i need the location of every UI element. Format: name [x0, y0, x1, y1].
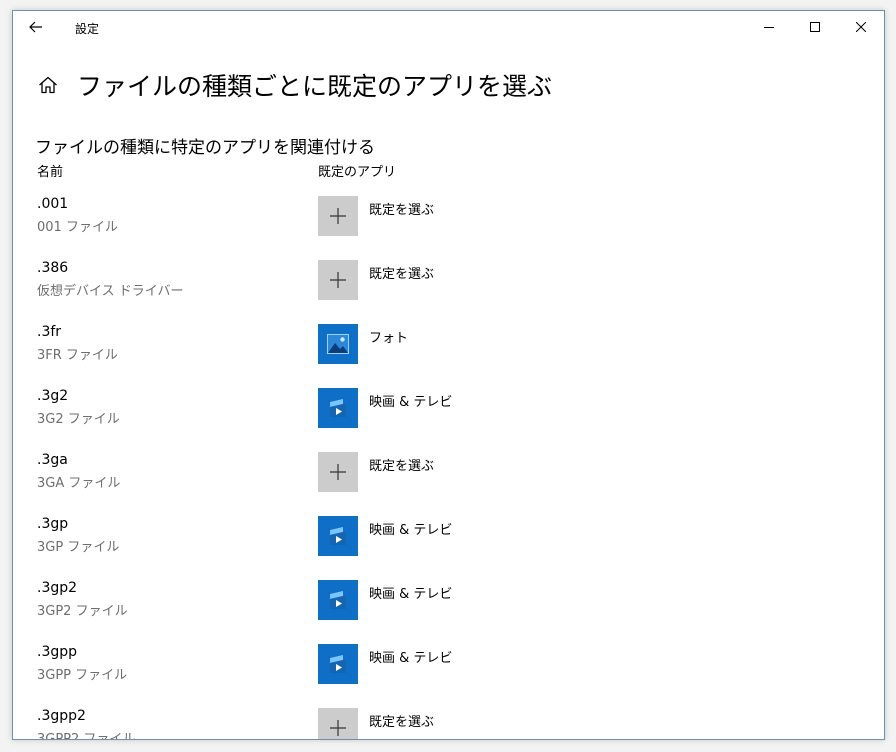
minimize-icon	[764, 27, 774, 28]
movies-tv-app-icon	[318, 580, 358, 620]
default-app-button[interactable]: フォト	[318, 324, 408, 364]
file-extension: .3gpp	[37, 644, 78, 660]
file-type-row: .3ga 3GA ファイル 既定を選ぶ	[13, 451, 884, 515]
default-app-button[interactable]: 映画 & テレビ	[318, 516, 452, 556]
window-title: 設定	[75, 22, 100, 36]
default-app-button[interactable]: 既定を選ぶ	[318, 708, 435, 739]
file-type-row: .3gpp2 3GPP2 ファイル 既定を選ぶ	[13, 707, 884, 740]
maximize-button[interactable]	[792, 11, 838, 43]
file-type-description: 3GP ファイル	[37, 540, 120, 555]
file-type-description: 3GPP ファイル	[37, 668, 128, 683]
file-type-row: .001 001 ファイル 既定を選ぶ	[13, 195, 884, 259]
default-app-label: フォト	[369, 331, 409, 346]
file-type-row: .3gp 3GP ファイル 映画 & テレビ	[13, 515, 884, 579]
page-header: ファイルの種類ごとに既定のアプリを選ぶ	[37, 65, 552, 105]
file-type-row: .386 仮想デバイス ドライバー 既定を選ぶ	[13, 259, 884, 323]
file-type-row: .3gpp 3GPP ファイル 映画 & テレビ	[13, 643, 884, 707]
default-app-label: 映画 & テレビ	[369, 395, 453, 410]
movies-tv-app-icon	[318, 388, 358, 428]
file-type-description: 3GA ファイル	[37, 476, 121, 491]
file-type-list: .001 001 ファイル 既定を選ぶ .386 仮想デバイス ドライバー 既定…	[13, 195, 884, 740]
file-extension: .386	[37, 260, 69, 276]
file-type-row: .3fr 3FR ファイル フォト	[13, 323, 884, 387]
settings-window: 設定 ファイルの種類ごとに既定のアプリを選ぶ ファイルの種類に特定のアプリを関連…	[12, 10, 885, 740]
file-type-description: 3FR ファイル	[37, 348, 118, 363]
file-extension: .001	[37, 196, 69, 212]
movies-tv-app-icon	[318, 644, 358, 684]
file-type-description: 3GP2 ファイル	[37, 604, 128, 619]
plus-icon	[318, 196, 358, 236]
photos-app-icon	[318, 324, 358, 364]
plus-icon	[318, 452, 358, 492]
default-app-label: 映画 & テレビ	[369, 651, 453, 666]
default-app-button[interactable]: 映画 & テレビ	[318, 644, 452, 684]
file-type-description: 仮想デバイス ドライバー	[37, 284, 184, 299]
file-type-row: .3g2 3G2 ファイル 映画 & テレビ	[13, 387, 884, 451]
default-app-label: 映画 & テレビ	[369, 587, 453, 602]
default-app-label: 既定を選ぶ	[369, 459, 435, 474]
default-app-label: 既定を選ぶ	[369, 715, 435, 730]
column-header-default-app: 既定のアプリ	[318, 165, 397, 180]
default-app-label: 既定を選ぶ	[369, 203, 435, 218]
file-type-row: .3gp2 3GP2 ファイル 映画 & テレビ	[13, 579, 884, 643]
file-extension: .3gpp2	[37, 708, 86, 724]
default-app-button[interactable]: 映画 & テレビ	[318, 580, 452, 620]
default-app-button[interactable]: 既定を選ぶ	[318, 452, 434, 492]
file-type-description: 001 ファイル	[37, 220, 118, 235]
close-icon	[856, 22, 866, 32]
page-title: ファイルの種類ごとに既定のアプリを選ぶ	[77, 72, 553, 101]
file-extension: .3fr	[37, 324, 62, 340]
file-type-description: 3GPP2 ファイル	[37, 732, 136, 740]
default-app-label: 映画 & テレビ	[369, 523, 453, 538]
close-button[interactable]	[838, 11, 884, 43]
default-app-button[interactable]: 映画 & テレビ	[318, 388, 452, 428]
file-extension: .3gp2	[37, 580, 78, 596]
file-extension: .3g2	[37, 388, 69, 404]
maximize-icon	[810, 22, 820, 32]
default-app-button[interactable]: 既定を選ぶ	[318, 260, 434, 300]
column-header-name: 名前	[37, 165, 64, 180]
default-app-button[interactable]: 既定を選ぶ	[318, 196, 434, 236]
minimize-button[interactable]	[746, 11, 792, 43]
plus-icon	[318, 708, 358, 739]
section-title: ファイルの種類に特定のアプリを関連付ける	[35, 138, 375, 158]
file-extension: .3gp	[37, 516, 69, 532]
back-arrow-icon	[29, 21, 42, 33]
default-app-label: 既定を選ぶ	[369, 267, 435, 282]
home-icon	[39, 76, 57, 94]
movies-tv-app-icon	[318, 516, 358, 556]
plus-icon	[318, 260, 358, 300]
file-extension: .3ga	[37, 452, 68, 468]
title-bar: 設定	[13, 11, 884, 43]
back-button[interactable]	[23, 15, 49, 39]
file-type-description: 3G2 ファイル	[37, 412, 120, 427]
home-button[interactable]	[37, 74, 59, 96]
